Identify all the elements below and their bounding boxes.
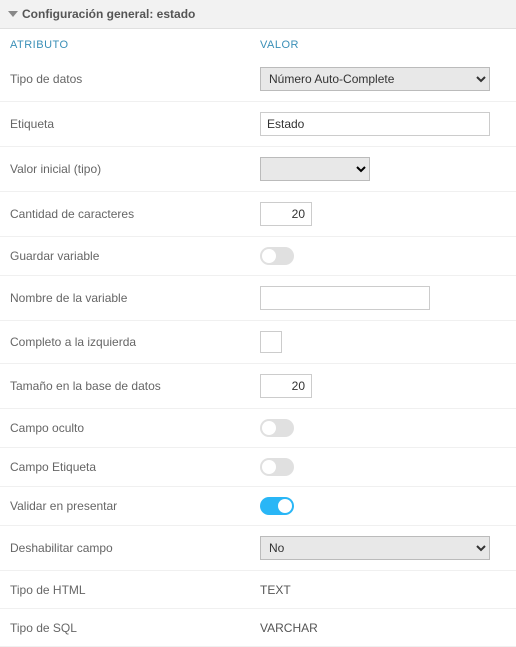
label-valor-inicial: Valor inicial (tipo) — [10, 162, 260, 176]
toggle-validar-presentar[interactable] — [260, 497, 294, 515]
row-deshabilitar: Deshabilitar campo No — [0, 526, 516, 571]
label-campo-etiqueta: Campo Etiqueta — [10, 460, 260, 474]
row-validar-presentar: Validar en presentar — [0, 487, 516, 526]
select-deshabilitar[interactable]: No — [260, 536, 490, 560]
row-data-type: Tipo de datos Número Auto-Complete — [0, 57, 516, 102]
panel-header[interactable]: Configuración general: estado — [0, 0, 516, 29]
label-tamano-db: Tamaño en la base de datos — [10, 379, 260, 393]
row-nombre-var: Nombre de la variable — [0, 276, 516, 321]
label-validar-presentar: Validar en presentar — [10, 499, 260, 513]
toggle-campo-oculto[interactable] — [260, 419, 294, 437]
col-attr-header: ATRIBUTO — [10, 39, 260, 51]
label-tipo-sql: Tipo de SQL — [10, 621, 260, 635]
check-completo-izq[interactable] — [260, 331, 282, 353]
label-guardar-var: Guardar variable — [10, 249, 260, 263]
col-val-header: VALOR — [260, 39, 299, 51]
column-headers: ATRIBUTO VALOR — [0, 29, 516, 57]
row-valor-inicial: Valor inicial (tipo) — [0, 147, 516, 192]
input-cantidad-chars[interactable] — [260, 202, 312, 226]
label-deshabilitar: Deshabilitar campo — [10, 541, 260, 555]
input-nombre-var[interactable] — [260, 286, 430, 310]
toggle-campo-etiqueta[interactable] — [260, 458, 294, 476]
row-cantidad-chars: Cantidad de caracteres — [0, 192, 516, 237]
row-tamano-db: Tamaño en la base de datos — [0, 364, 516, 409]
input-tamano-db[interactable] — [260, 374, 312, 398]
panel-title: Configuración general: estado — [22, 7, 195, 21]
select-valor-inicial[interactable] — [260, 157, 370, 181]
row-completo-izq: Completo a la izquierda — [0, 321, 516, 364]
toggle-guardar-var[interactable] — [260, 247, 294, 265]
row-tipo-html: Tipo de HTML TEXT — [0, 571, 516, 609]
label-data-type: Tipo de datos — [10, 72, 260, 86]
row-guardar-var: Guardar variable — [0, 237, 516, 276]
select-data-type[interactable]: Número Auto-Complete — [260, 67, 490, 91]
config-panel: Configuración general: estado ATRIBUTO V… — [0, 0, 516, 647]
label-nombre-var: Nombre de la variable — [10, 291, 260, 305]
label-campo-oculto: Campo oculto — [10, 421, 260, 435]
value-tipo-html: TEXT — [260, 583, 291, 597]
value-tipo-sql: VARCHAR — [260, 621, 318, 635]
input-etiqueta[interactable] — [260, 112, 490, 136]
row-etiqueta: Etiqueta — [0, 102, 516, 147]
label-cantidad-chars: Cantidad de caracteres — [10, 207, 260, 221]
label-completo-izq: Completo a la izquierda — [10, 335, 260, 349]
row-tipo-sql: Tipo de SQL VARCHAR — [0, 609, 516, 647]
label-etiqueta: Etiqueta — [10, 117, 260, 131]
label-tipo-html: Tipo de HTML — [10, 583, 260, 597]
collapse-icon — [8, 11, 18, 17]
row-campo-etiqueta: Campo Etiqueta — [0, 448, 516, 487]
row-campo-oculto: Campo oculto — [0, 409, 516, 448]
